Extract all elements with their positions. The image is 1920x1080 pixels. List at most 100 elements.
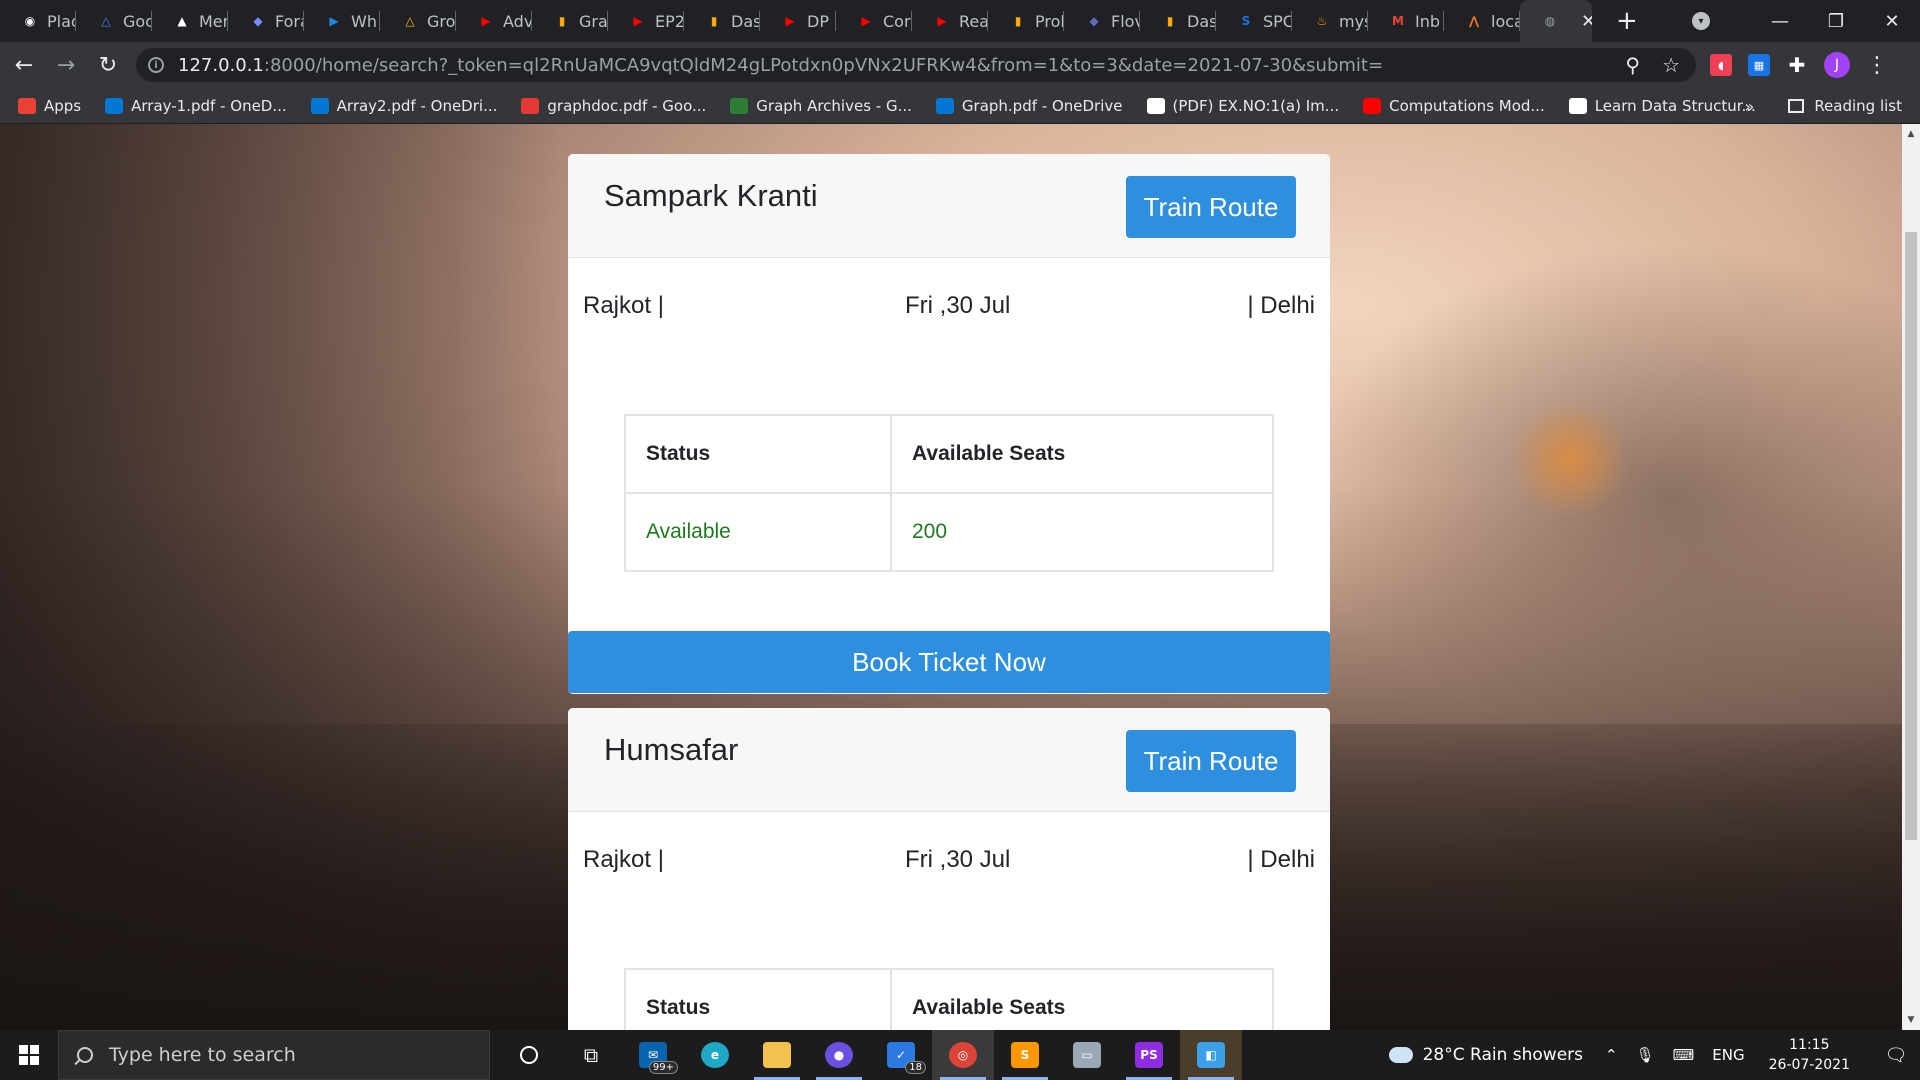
back-icon[interactable]: ← xyxy=(6,47,42,83)
weather-widget[interactable]: 28°C Rain showers xyxy=(1388,1045,1584,1065)
tab-strip: ◉ Plac △ Goo ▲ Mer ◆ Fora ▶ Wh △ Gro ▶ Adv ▮ Gra ▶ EP2 ▮ Da… xyxy=(0,0,1920,42)
browser-tab[interactable]: ▮ Das xyxy=(684,0,760,42)
site-info-icon[interactable]: i xyxy=(148,57,164,73)
browser-tab-active[interactable]: ◍ ✕ xyxy=(1520,0,1592,42)
browser-tab[interactable]: ▶ Rea xyxy=(912,0,988,42)
train-name: Humsafar xyxy=(604,732,739,767)
bookmark-item[interactable]: Array2.pdf - OneDri... xyxy=(310,97,497,115)
new-tab-button[interactable]: + xyxy=(1616,6,1638,36)
weather-text: 28°C Rain showers xyxy=(1422,1045,1584,1065)
tab-title: DP xyxy=(807,11,829,31)
address-bar[interactable]: i 127.0.0.1:8000/home/search?_token=ql2R… xyxy=(136,48,1696,82)
tab-title: Plac xyxy=(47,11,76,31)
zoom-icon[interactable]: ⚲ xyxy=(1625,53,1640,77)
task-view-button[interactable]: ⧉ xyxy=(560,1030,622,1080)
bookmark-item[interactable]: Apps xyxy=(18,97,81,115)
keyboard-icon[interactable]: ⌨ xyxy=(1673,1046,1695,1064)
browser-tab[interactable]: △ Goo xyxy=(76,0,152,42)
table-row: Available 200 xyxy=(624,492,1274,572)
close-tab-icon[interactable]: ✕ xyxy=(1581,11,1592,32)
browser-tab[interactable]: ▮ Das xyxy=(1140,0,1216,42)
browser-tab[interactable]: ⋀ loca xyxy=(1444,0,1520,42)
more-bookmarks-icon[interactable]: » xyxy=(1745,97,1755,116)
microphone-icon[interactable]: 🎙 xyxy=(1636,1046,1655,1064)
bookmark-star-icon[interactable]: ☆ xyxy=(1662,53,1680,77)
profile-avatar[interactable]: J xyxy=(1824,52,1850,78)
bookmark-item[interactable]: graphdoc.pdf - Goo... xyxy=(521,97,706,115)
book-ticket-button[interactable]: Book Ticket Now xyxy=(568,631,1330,693)
page-scrollbar[interactable]: ▲ ▼ xyxy=(1902,124,1920,1030)
fire-icon: ♨ xyxy=(1316,14,1328,28)
bookmark-item[interactable]: Graph.pdf - OneDrive xyxy=(935,97,1123,115)
browser-tab[interactable]: ◆ Flov xyxy=(1064,0,1140,42)
bookmark-item[interactable]: (PDF) EX.NO:1(a) Im... xyxy=(1146,97,1339,115)
bookmark-item[interactable]: Graph Archives - G... xyxy=(730,97,912,115)
browser-tab[interactable]: ♨ mys xyxy=(1292,0,1368,42)
browser-menu-icon[interactable]: ⋮ xyxy=(1866,53,1888,78)
taskbar-edge[interactable]: e xyxy=(684,1030,746,1080)
taskbar-mail[interactable]: ✉ 99+ xyxy=(622,1030,684,1080)
taskbar-chat-app[interactable]: ● xyxy=(808,1030,870,1080)
chevron-up-icon[interactable]: ⌃ xyxy=(1605,1046,1618,1064)
browser-tab[interactable]: M Inb xyxy=(1368,0,1444,42)
taskbar-vscode[interactable]: ◧ xyxy=(1180,1030,1242,1080)
bookmark-label: Array-1.pdf - OneD... xyxy=(131,96,287,115)
browser-tab[interactable]: ◉ Plac xyxy=(0,0,76,42)
url-text[interactable]: 127.0.0.1:8000/home/search?_token=ql2RnU… xyxy=(178,55,1383,76)
taskbar-phpstorm[interactable]: PS xyxy=(1118,1030,1180,1080)
source-station: Rajkot | xyxy=(583,292,664,319)
taskbar-sublime[interactable]: S xyxy=(994,1030,1056,1080)
browser-tab[interactable]: ◆ Fora xyxy=(228,0,304,42)
close-window-button[interactable]: ✕ xyxy=(1864,0,1920,42)
tab-title: Das xyxy=(1187,11,1216,31)
restore-button[interactable]: ❐ xyxy=(1808,0,1864,42)
scroll-up-arrow-icon[interactable]: ▲ xyxy=(1902,126,1920,142)
bookmark-item[interactable]: Computations Mod... xyxy=(1363,97,1545,115)
notification-icon[interactable]: 🗨 xyxy=(1872,1030,1920,1080)
bookmark-label: Learn Data Structur... xyxy=(1594,96,1756,115)
taskbar-todo[interactable]: ✓ 18 xyxy=(870,1030,932,1080)
reload-icon[interactable]: ↻ xyxy=(90,47,126,83)
extensions-puzzle-icon[interactable]: ✚ xyxy=(1786,53,1808,77)
taskbar-file-explorer[interactable] xyxy=(746,1030,808,1080)
browser-tab[interactable]: ▶ EP2 xyxy=(608,0,684,42)
cortana-button[interactable] xyxy=(498,1030,560,1080)
extension-icon-2[interactable]: ▦ xyxy=(1748,54,1770,76)
pocket-extension-icon[interactable]: ◖ xyxy=(1710,54,1732,76)
sublime-icon: S xyxy=(1011,1042,1039,1068)
bar-chart-icon: ▮ xyxy=(1014,14,1022,28)
gmail-icon: M xyxy=(1392,14,1404,28)
forward-icon[interactable]: → xyxy=(48,47,84,83)
browser-tab[interactable]: ▶ Wh xyxy=(304,0,380,42)
scroll-down-arrow-icon[interactable]: ▼ xyxy=(1902,1012,1920,1028)
seats-header: Available Seats xyxy=(890,414,1274,494)
clock[interactable]: 11:15 26-07-2021 xyxy=(1769,1035,1850,1075)
tab-search-icon[interactable]: ▾ xyxy=(1692,12,1710,30)
browser-tab[interactable]: ▮ Prol xyxy=(988,0,1064,42)
bookmark-item[interactable]: Learn Data Structur... xyxy=(1568,96,1756,115)
taskbar-app-window[interactable]: ▭ xyxy=(1056,1030,1118,1080)
train-route-button[interactable]: Train Route xyxy=(1126,176,1296,238)
xampp-icon: ⋀ xyxy=(1468,14,1480,28)
browser-tab[interactable]: ▶ DP xyxy=(760,0,836,42)
tab-title: Prol xyxy=(1035,11,1064,31)
start-button[interactable] xyxy=(0,1030,58,1080)
onedrive-icon xyxy=(310,97,329,114)
browser-tab[interactable]: S SPC xyxy=(1216,0,1292,42)
taskbar-search-box[interactable]: Type here to search xyxy=(58,1030,490,1080)
browser-tab[interactable]: ▶ Adv xyxy=(456,0,532,42)
taskbar-chrome[interactable]: ◎ xyxy=(932,1030,994,1080)
browser-tab[interactable]: △ Gro xyxy=(380,0,456,42)
browser-tab[interactable]: ▲ Mer xyxy=(152,0,228,42)
reading-list-button[interactable]: Reading list xyxy=(1814,97,1902,115)
system-tray: 28°C Rain showers ⌃ 🎙 ⌨ ENG 11:15 26-07-… xyxy=(1388,1030,1920,1080)
browser-tab[interactable]: ▶ Cor xyxy=(836,0,912,42)
browser-tab[interactable]: ▮ Gra xyxy=(532,0,608,42)
language-indicator[interactable]: ENG xyxy=(1712,1046,1744,1064)
bookmark-item[interactable]: Array-1.pdf - OneD... xyxy=(105,97,287,115)
train-route-button[interactable]: Train Route xyxy=(1126,730,1296,792)
table-header-row: Status Available Seats xyxy=(624,414,1274,494)
minimize-button[interactable]: — xyxy=(1752,0,1808,42)
scrollbar-thumb[interactable] xyxy=(1905,232,1917,840)
bar-chart-icon: ▮ xyxy=(1166,14,1174,28)
